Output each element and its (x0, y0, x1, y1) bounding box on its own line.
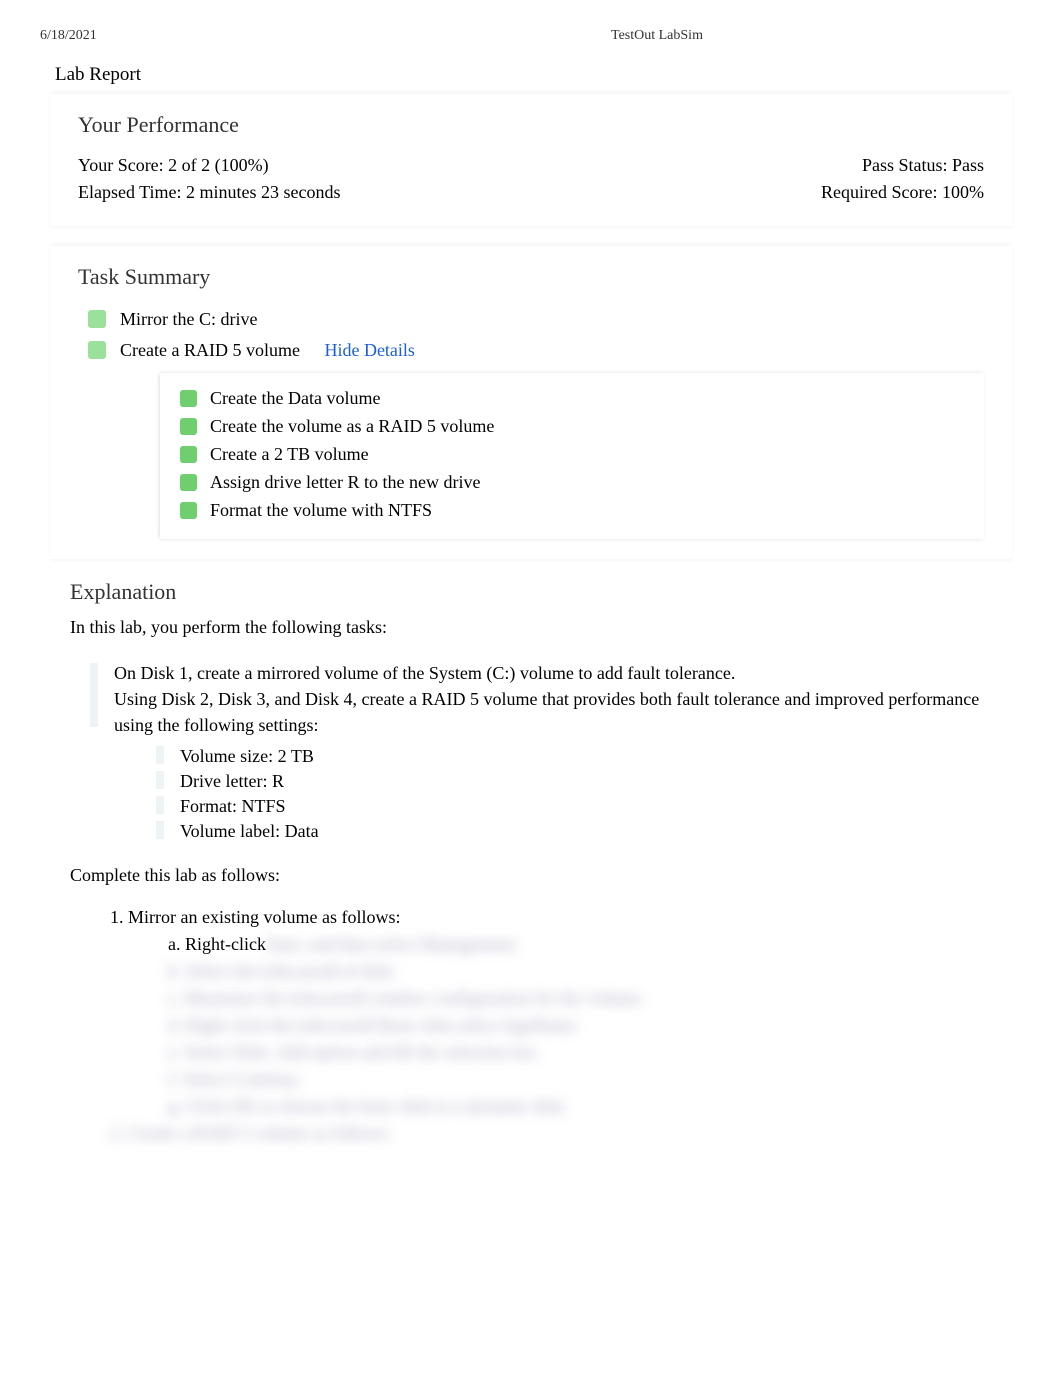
required-score: Required Score: 100% (821, 179, 984, 206)
task-label: Create a RAID 5 volume (120, 340, 300, 360)
performance-panel: Your Performance Your Score: 2 of 2 (100… (50, 94, 1012, 226)
task-item: Mirror the C: drive (88, 304, 984, 335)
obscured-step: b. Select the [obscured] of disk. (168, 958, 992, 985)
obscured-step: g. Click OK to choose the basic disk to … (168, 1093, 992, 1120)
performance-heading: Your Performance (78, 112, 984, 138)
step-1-title: 1. Mirror an existing volume as follows: (110, 907, 400, 927)
obscured-step: c. Maximize the [obscured] window config… (168, 985, 992, 1012)
obscured-step: e. Select Disk. Add option and fill the … (168, 1039, 992, 1066)
task-summary-heading: Task Summary (78, 264, 984, 290)
complete-intro: Complete this lab as follows: (70, 865, 992, 886)
pass-status: Pass Status: Pass (862, 152, 984, 179)
hide-details-link[interactable]: Hide Details (324, 340, 414, 360)
task-details-panel: Create the Data volume Create the volume… (160, 373, 984, 538)
detail-item: Format the volume with NTFS (180, 497, 964, 525)
page-date: 6/18/2021 (40, 28, 451, 44)
task-item: Create a RAID 5 volume Hide Details Crea… (88, 335, 984, 539)
detail-item: Create a 2 TB volume (180, 441, 964, 469)
setting-item: Volume size: 2 TB (156, 744, 992, 769)
obscured-text: Start, and then select Management. (266, 934, 519, 954)
task-label: Mirror the C: drive (120, 309, 257, 329)
elapsed-time: Elapsed Time: 2 minutes 23 seconds (78, 179, 341, 206)
obscured-step: d. Right click the [obscured] Basic disk… (168, 1012, 992, 1039)
detail-item: Create the volume as a RAID 5 volume (180, 413, 964, 441)
step-1: 1. Mirror an existing volume as follows:… (110, 904, 992, 1120)
explanation-section: Explanation In this lab, you perform the… (50, 579, 1012, 1147)
step-1a: a. Right-click Start, and then select Ma… (168, 931, 992, 958)
task-summary-panel: Task Summary Mirror the C: drive Create … (50, 246, 1012, 559)
explanation-intro: In this lab, you perform the following t… (70, 617, 992, 638)
setting-item: Volume label: Data (156, 819, 992, 844)
obscured-step: 2. Create a RAID 5 volume as follows: (110, 1120, 992, 1147)
obscured-step: f. Select Continue. (168, 1066, 992, 1093)
report-title: Lab Report (0, 54, 1062, 94)
setting-item: Drive letter: R (156, 769, 992, 794)
app-title: TestOut LabSim (451, 28, 1022, 44)
setting-item: Format: NTFS (156, 794, 992, 819)
score-text: Your Score: 2 of 2 (100%) (78, 152, 269, 179)
explanation-bullet: On Disk 1, create a mirrored volume of t… (90, 660, 992, 686)
detail-item: Create the Data volume (180, 385, 964, 413)
detail-item: Assign drive letter R to the new drive (180, 469, 964, 497)
explanation-heading: Explanation (70, 579, 992, 605)
explanation-bullet: Using Disk 2, Disk 3, and Disk 4, create… (90, 686, 992, 845)
